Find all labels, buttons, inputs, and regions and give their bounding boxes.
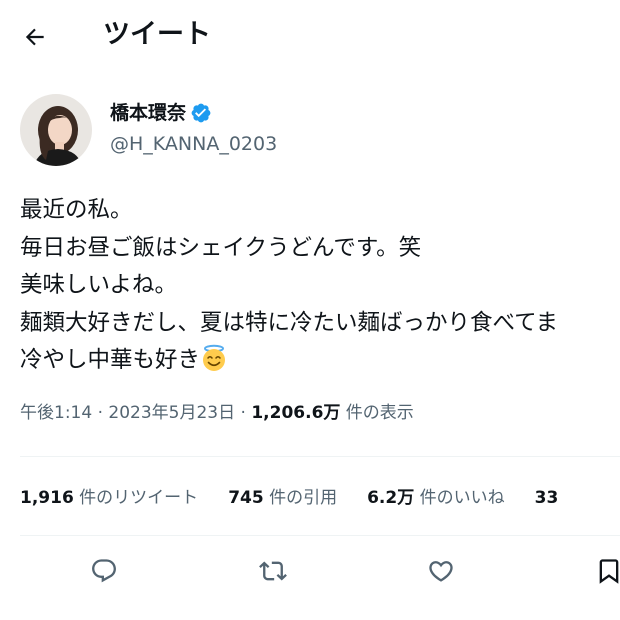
- tweet-text: 最近の私。 毎日お昼ご飯はシェイクうどんです。笑 美味しいよね。 麺類大好きだし…: [20, 192, 620, 380]
- likes-stat[interactable]: 6.2万 件のいいね: [367, 484, 505, 512]
- views-count: 1,206.6万: [251, 403, 341, 423]
- views-label: 件の表示: [340, 403, 414, 423]
- tweet-line-last: 冷やし中華も好き: [20, 342, 620, 380]
- like-button[interactable]: [424, 554, 458, 588]
- divider: [20, 456, 620, 457]
- tweet-meta: 午後1:14 · 2023年5月23日 · 1,206.6万 件の表示: [20, 399, 414, 427]
- retweets-stat[interactable]: 1,916 件のリツイート: [20, 484, 198, 512]
- likes-label: 件のいいね: [414, 488, 505, 508]
- verified-badge-icon: [190, 102, 212, 124]
- user-handle[interactable]: @H_KANNA_0203: [110, 131, 277, 157]
- heart-icon: [427, 557, 455, 585]
- meta-separator: ·: [92, 403, 109, 423]
- page-title: ツイート: [103, 19, 211, 50]
- bookmark-button[interactable]: [592, 554, 620, 588]
- smiling-face-with-halo-icon: [200, 344, 228, 372]
- bookmarks-stat[interactable]: 33: [535, 484, 559, 512]
- divider: [20, 535, 620, 536]
- top-bar: ツイート: [0, 0, 620, 72]
- reply-button[interactable]: [87, 554, 121, 588]
- quotes-label: 件の引用: [263, 488, 338, 508]
- avatar[interactable]: [20, 94, 92, 166]
- retweets-label: 件のリツイート: [73, 488, 199, 508]
- tweet-line-text: 冷やし中華も好き: [20, 347, 201, 373]
- retweets-count: 1,916: [20, 488, 74, 508]
- arrow-left-icon: [22, 24, 48, 50]
- tweet-line: 毎日お昼ご飯はシェイクうどんです。笑: [20, 234, 422, 261]
- tweet-line: 麺類大好きだし、夏は特に冷たい麺ばっかり食べてま: [20, 309, 558, 336]
- retweet-button[interactable]: [256, 554, 290, 588]
- back-button[interactable]: [18, 20, 52, 54]
- tweet-stats: 1,916 件のリツイート 745 件の引用 6.2万 件のいいね 33: [20, 484, 558, 512]
- bookmarks-count: 33: [534, 488, 559, 508]
- reply-icon: [90, 557, 118, 585]
- retweet-icon: [259, 557, 287, 585]
- tweet-time[interactable]: 午後1:14: [20, 403, 92, 423]
- tweet-date[interactable]: 2023年5月23日: [108, 403, 235, 423]
- quotes-stat[interactable]: 745 件の引用: [228, 484, 337, 512]
- quotes-count: 745: [228, 488, 264, 508]
- display-name[interactable]: 橋本環奈: [110, 100, 186, 126]
- tweet-line: 最近の私。: [20, 197, 133, 223]
- bookmark-icon: [595, 557, 620, 585]
- meta-separator: ·: [235, 403, 252, 423]
- author-name-row[interactable]: 橋本環奈: [110, 100, 212, 126]
- likes-count: 6.2万: [367, 488, 415, 508]
- tweet-line: 美味しいよね。: [20, 272, 178, 298]
